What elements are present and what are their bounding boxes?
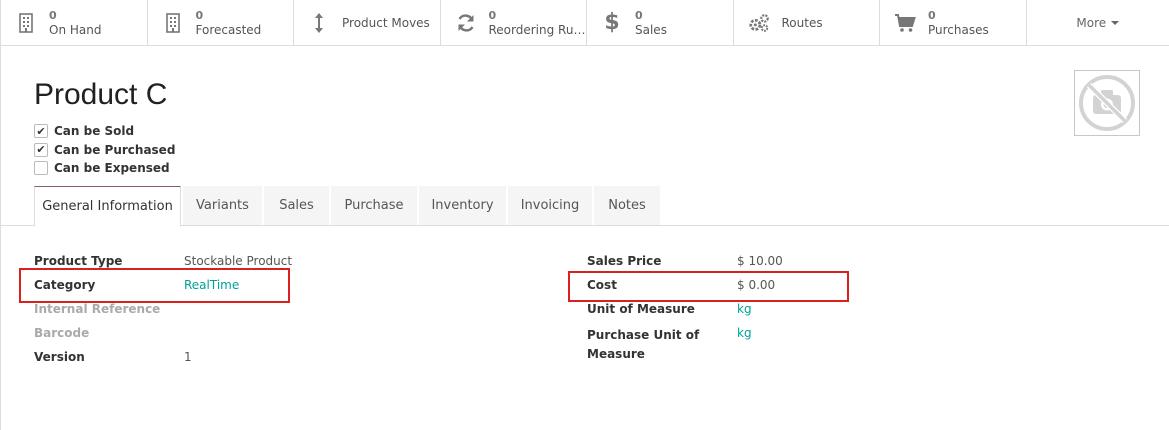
refresh-icon (455, 11, 477, 35)
purchases-button[interactable]: 0 Purchases (880, 0, 1027, 45)
can-be-purchased-option[interactable]: ✔ Can be Purchased (34, 141, 175, 160)
purchase-uom-label-line1: Purchase Unit of (587, 328, 700, 342)
purchase-uom-row: Purchase Unit of Measure kg (587, 326, 1107, 366)
product-options: ✔ Can be Sold ✔ Can be Purchased Can be … (34, 122, 175, 178)
unit-of-measure-label: Unit of Measure (587, 302, 695, 316)
tab-general-information[interactable]: General Information (34, 186, 181, 227)
unit-of-measure-row: Unit of Measure kg (587, 302, 1107, 326)
purchase-uom-label-line2: Measure (587, 347, 645, 361)
product-type-label: Product Type (34, 254, 123, 268)
tab-purchase[interactable]: Purchase (331, 186, 417, 226)
forecasted-button[interactable]: 0 Forecasted (148, 0, 294, 45)
routes-button[interactable]: Routes (734, 0, 880, 45)
dollar-icon: $ (604, 10, 620, 35)
tab-sales[interactable]: Sales (264, 186, 329, 226)
sales-button[interactable]: $ 0 Sales (587, 0, 734, 45)
can-be-purchased-checkbox[interactable]: ✔ (34, 142, 48, 157)
can-be-sold-label: Can be Sold (54, 124, 135, 139)
page-title: Product C (34, 78, 168, 111)
routes-label: Routes (781, 15, 823, 30)
category-highlight-box (19, 268, 290, 303)
purchases-label: Purchases (928, 22, 989, 37)
cogs-icon (748, 11, 770, 35)
product-type-select[interactable]: Stockable Product (184, 254, 292, 268)
can-be-sold-checkbox[interactable]: ✔ (34, 124, 48, 139)
smart-button-bar: 0 On Hand 0 Forecasted Product Moves 0 R… (0, 0, 1169, 46)
internal-reference-row: Internal Reference (34, 302, 554, 326)
product-moves-button[interactable]: Product Moves (294, 0, 441, 45)
purchase-uom-label: Purchase Unit of Measure (587, 326, 699, 364)
reordering-label: Reordering Rul... (488, 22, 587, 37)
vertical-arrows-icon (308, 11, 330, 35)
barcode-row: Barcode (34, 326, 554, 350)
product-form-sheet: Product C ✔ Can be Sold ✔ Can be Purchas… (0, 46, 1169, 430)
cost-highlight-box (568, 271, 849, 302)
tab-notes[interactable]: Notes (594, 186, 660, 226)
on-hand-button[interactable]: 0 On Hand (1, 0, 148, 45)
reordering-rules-button[interactable]: 0 Reordering Rul... (441, 0, 587, 45)
version-label: Version (34, 350, 85, 364)
tab-variants[interactable]: Variants (183, 186, 262, 226)
barcode-input[interactable] (184, 326, 384, 344)
building-icon (162, 11, 184, 35)
purchases-count: 0 (928, 8, 936, 22)
can-be-sold-option[interactable]: ✔ Can be Sold (34, 122, 175, 141)
version-row: Version 1 (34, 350, 554, 374)
product-moves-label: Product Moves (342, 15, 430, 30)
internal-reference-input[interactable] (184, 302, 384, 320)
tab-inventory[interactable]: Inventory (419, 186, 506, 226)
more-label: More (1076, 15, 1107, 30)
can-be-expensed-checkbox[interactable] (34, 161, 48, 176)
version-value[interactable]: 1 (184, 350, 192, 364)
internal-reference-label: Internal Reference (34, 302, 161, 316)
form-tabs: General Information Variants Sales Purch… (1, 186, 1169, 227)
barcode-label: Barcode (34, 326, 90, 340)
sales-price-label: Sales Price (587, 254, 662, 268)
building-icon (15, 11, 37, 35)
no-image-camera-icon (1079, 75, 1135, 131)
forecasted-label: Forecasted (195, 22, 262, 37)
forecasted-count: 0 (195, 8, 204, 22)
unit-of-measure-link[interactable]: kg (737, 302, 752, 316)
can-be-expensed-option[interactable]: Can be Expensed (34, 159, 175, 178)
on-hand-count: 0 (49, 8, 57, 22)
sales-count: 0 (635, 8, 643, 22)
more-button[interactable]: More (1027, 0, 1169, 45)
product-image[interactable] (1074, 70, 1140, 136)
reordering-count: 0 (488, 8, 497, 22)
sales-price-value[interactable]: $ 10.00 (737, 254, 783, 268)
can-be-expensed-label: Can be Expensed (54, 161, 170, 176)
caret-down-icon (1111, 20, 1120, 25)
shopping-cart-icon (894, 11, 916, 35)
purchase-uom-link[interactable]: kg (737, 326, 752, 340)
on-hand-label: On Hand (49, 22, 102, 37)
can-be-purchased-label: Can be Purchased (54, 142, 176, 157)
tab-invoicing[interactable]: Invoicing (508, 186, 592, 226)
sales-label: Sales (635, 22, 667, 37)
